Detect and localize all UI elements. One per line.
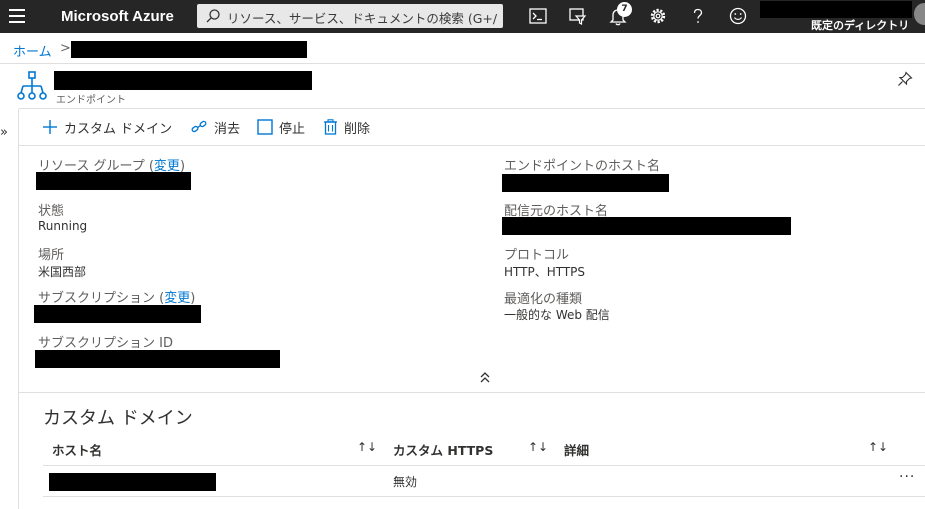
pin-icon[interactable] bbox=[897, 71, 913, 87]
directory-filter-icon[interactable] bbox=[567, 5, 589, 27]
origin-hostname-value-redacted bbox=[502, 217, 791, 235]
search-input[interactable]: リソース、サービス、ドキュメントの検索 (G+/) bbox=[227, 8, 497, 27]
column-header-hostname[interactable]: ホスト名 bbox=[52, 440, 102, 459]
status-value: Running bbox=[38, 219, 88, 233]
delete-label: 削除 bbox=[344, 121, 371, 137]
custom-domains-title: カスタム ドメイン bbox=[43, 408, 193, 429]
breadcrumb-separator: > bbox=[60, 41, 71, 56]
column-header-custom-https[interactable]: カスタム HTTPS bbox=[393, 440, 493, 459]
divider bbox=[19, 108, 925, 109]
directory-label[interactable]: 既定のディレクトリ bbox=[811, 17, 909, 33]
brand-title[interactable]: Microsoft Azure bbox=[61, 8, 174, 25]
collapse-essentials-icon[interactable] bbox=[480, 372, 490, 386]
sort-https-icon[interactable]: ↑↓ bbox=[528, 440, 548, 454]
stop-button[interactable]: 停止 bbox=[257, 118, 306, 137]
custom-https-status: 無効 bbox=[393, 475, 418, 489]
feedback-smiley-icon[interactable] bbox=[727, 5, 749, 27]
subscription-row: サブスクリプション (変更) bbox=[38, 291, 196, 306]
protocol-label: プロトコル bbox=[504, 248, 570, 263]
subscription-id-label: サブスクリプション ID bbox=[38, 336, 173, 351]
help-icon[interactable] bbox=[687, 5, 709, 27]
location-value: 米国西部 bbox=[38, 265, 87, 279]
add-custom-domain-label: カスタム ドメイン bbox=[64, 121, 173, 137]
purge-link-icon bbox=[191, 120, 207, 133]
optimization-label: 最適化の種類 bbox=[504, 292, 583, 307]
stop-label: 停止 bbox=[279, 121, 306, 137]
plus-icon bbox=[43, 120, 57, 134]
status-label: 状態 bbox=[38, 204, 65, 219]
purge-button[interactable]: 消去 bbox=[191, 118, 241, 137]
divider bbox=[0, 63, 925, 64]
subscription-id-value-redacted bbox=[35, 350, 280, 368]
divider bbox=[19, 145, 925, 146]
trash-icon bbox=[324, 119, 337, 135]
breadcrumb-resource-redacted[interactable] bbox=[71, 41, 307, 58]
delete-button[interactable]: 削除 bbox=[323, 118, 371, 137]
divider bbox=[19, 392, 925, 393]
more-actions-icon[interactable]: ··· bbox=[899, 469, 915, 485]
search-icon bbox=[206, 9, 220, 23]
account-name-redacted[interactable] bbox=[760, 1, 912, 18]
stop-square-icon bbox=[257, 119, 273, 135]
resource-name-redacted bbox=[54, 71, 312, 90]
add-custom-domain-button[interactable]: カスタム ドメイン bbox=[42, 118, 173, 137]
column-header-details[interactable]: 詳細 bbox=[564, 440, 589, 459]
purge-label: 消去 bbox=[214, 121, 241, 137]
resource-group-value-redacted[interactable] bbox=[36, 172, 191, 190]
panel-divider bbox=[18, 109, 19, 509]
resource-type-label: エンドポイント bbox=[56, 95, 126, 106]
menu-icon[interactable] bbox=[9, 9, 25, 23]
subscription-change-link[interactable]: 変更 bbox=[164, 291, 190, 306]
notification-badge: 7 bbox=[617, 2, 632, 17]
sort-details-icon[interactable]: ↑↓ bbox=[868, 440, 888, 454]
cloud-shell-icon[interactable] bbox=[527, 5, 549, 27]
sort-hostname-icon[interactable]: ↑↓ bbox=[357, 440, 377, 454]
endpoint-network-icon bbox=[17, 71, 47, 100]
location-label: 場所 bbox=[38, 248, 65, 263]
subscription-value-redacted[interactable] bbox=[34, 305, 201, 323]
subscription-label: サブスクリプション bbox=[38, 291, 156, 306]
optimization-value: 一般的な Web 配信 bbox=[504, 308, 610, 322]
breadcrumb-home-link[interactable]: ホーム bbox=[13, 41, 52, 60]
endpoint-hostname-value-redacted[interactable] bbox=[502, 174, 669, 192]
divider bbox=[43, 465, 925, 466]
protocol-value: HTTP、HTTPS bbox=[504, 265, 586, 279]
divider bbox=[43, 496, 925, 497]
gear-icon[interactable] bbox=[647, 5, 669, 27]
expand-chevron-icon[interactable]: » bbox=[0, 125, 8, 140]
custom-domain-hostname-redacted[interactable] bbox=[49, 473, 216, 491]
endpoint-hostname-label: エンドポイントのホスト名 bbox=[504, 159, 661, 174]
